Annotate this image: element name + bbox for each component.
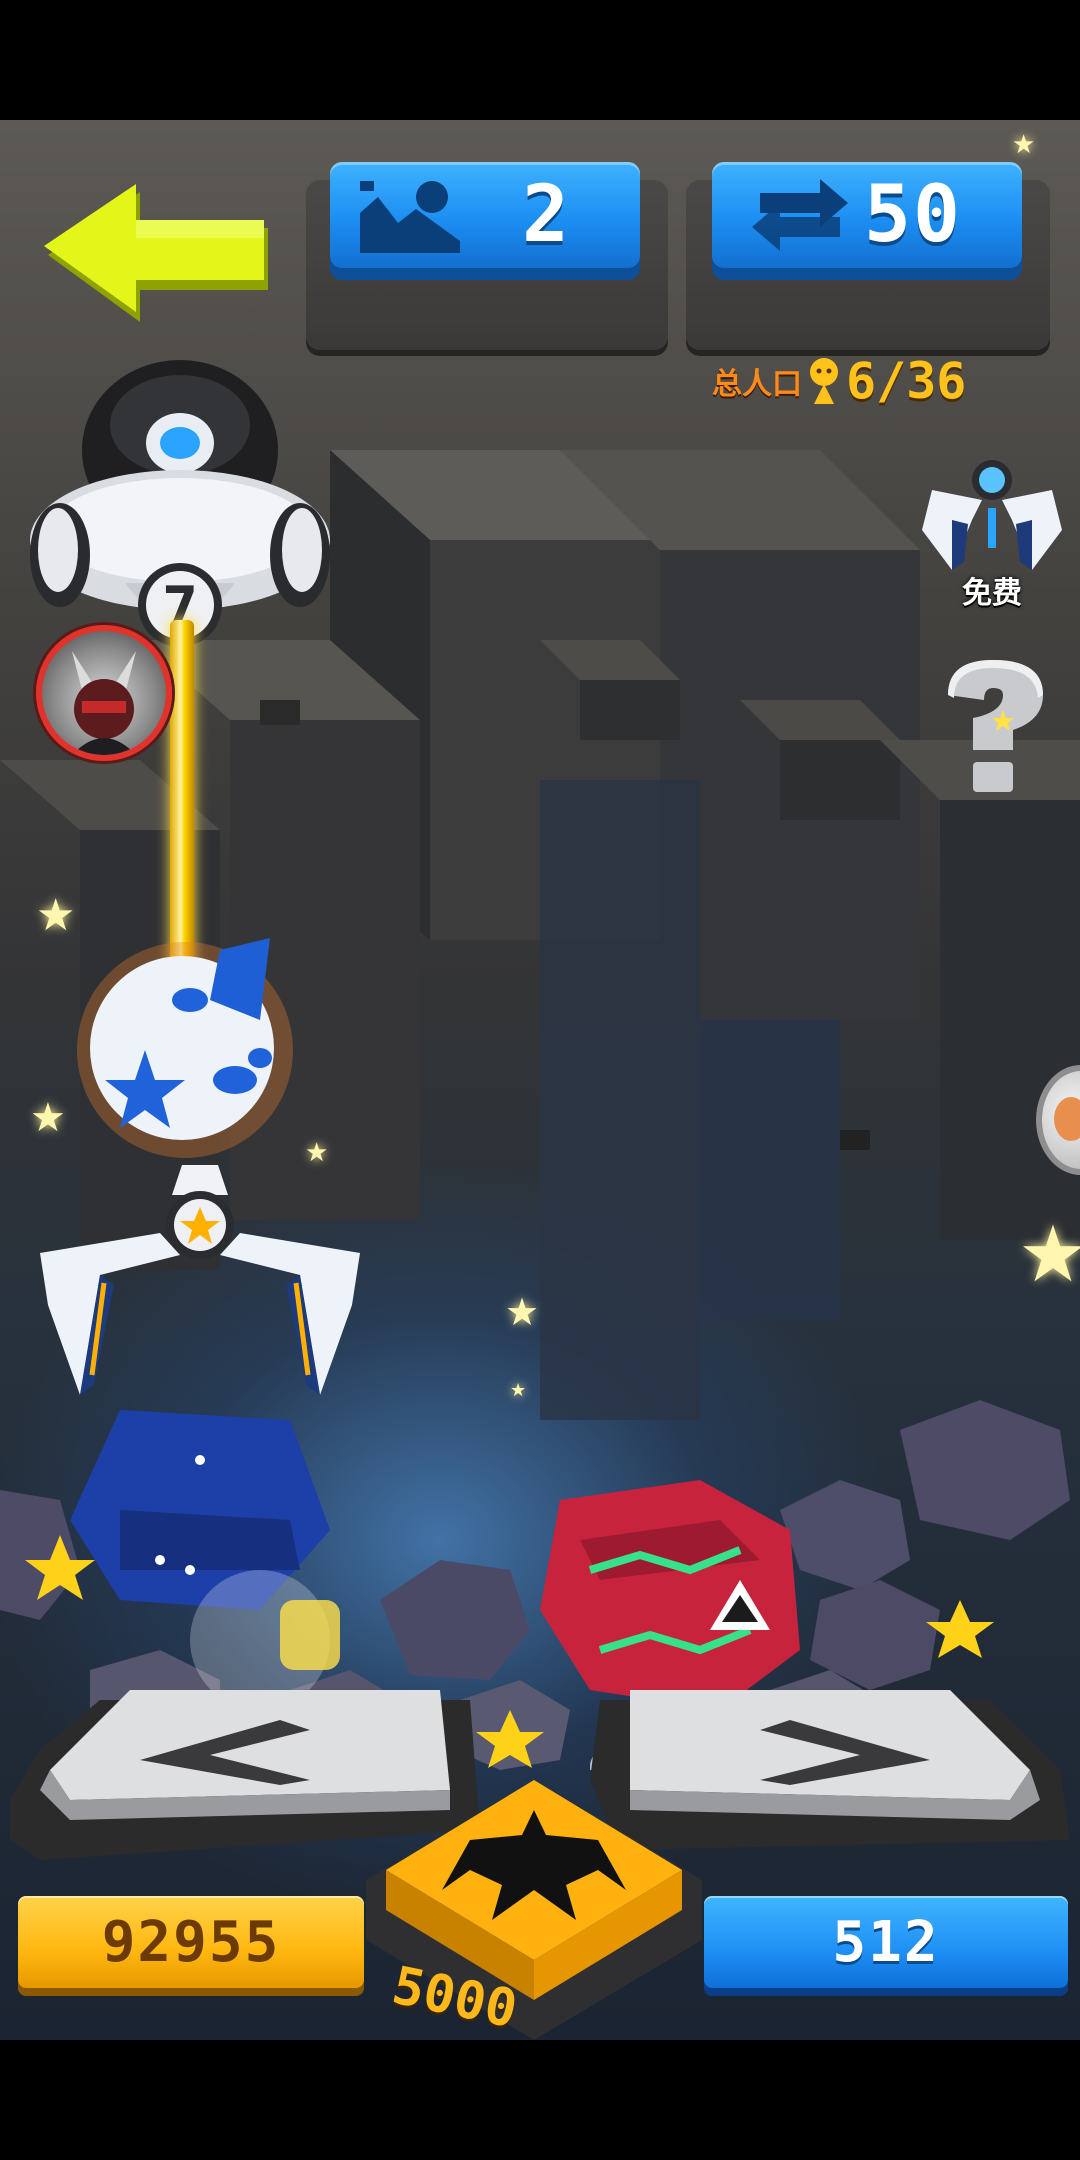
levels-button[interactable]: 2 [330,162,640,268]
free-claw-button[interactable]: 免费 [912,450,1072,630]
back-arrow-icon [44,184,268,322]
mystery-button[interactable] [928,650,1058,800]
game-scene: ★ ★ ★ ★ ★ ★ ★ 2 50 总人口 6/36 7 免费 5000 92… [0,120,1080,2040]
free-claw-count-bar [988,508,996,548]
levels-value: 2 [522,170,571,260]
free-claw-label: 免费 [962,576,1022,611]
population-label: 总人口 [712,367,802,402]
back-button[interactable] [40,180,280,330]
refresh-button[interactable]: 50 [712,162,1022,268]
prize-ball-blue-stars [77,938,293,1158]
star-decoration: ★ [1012,130,1036,160]
character-portrait-icon [72,651,136,755]
player-avatar[interactable] [36,625,172,761]
letterbox-top [0,0,1080,120]
claw-machine-head: 7 [30,360,330,647]
person-icon [810,358,838,404]
coin-balance-value: 92955 [101,1909,281,1975]
population-value: 6/36 [846,352,967,410]
gem-balance-value: 512 [832,1909,940,1975]
gem-balance: 512 [704,1896,1068,1988]
swap-arrows-icon [752,179,848,251]
population-counter: 总人口 6/36 [712,352,966,410]
claw-upgrade-icon [922,460,1062,570]
question-mark-icon [948,660,1043,792]
landscape-icon [360,181,460,253]
coin-balance: 92955 [18,1896,364,1988]
star-decoration: ★ [30,1095,66,1141]
refresh-value: 50 [864,170,962,260]
letterbox-bottom [0,2040,1080,2160]
